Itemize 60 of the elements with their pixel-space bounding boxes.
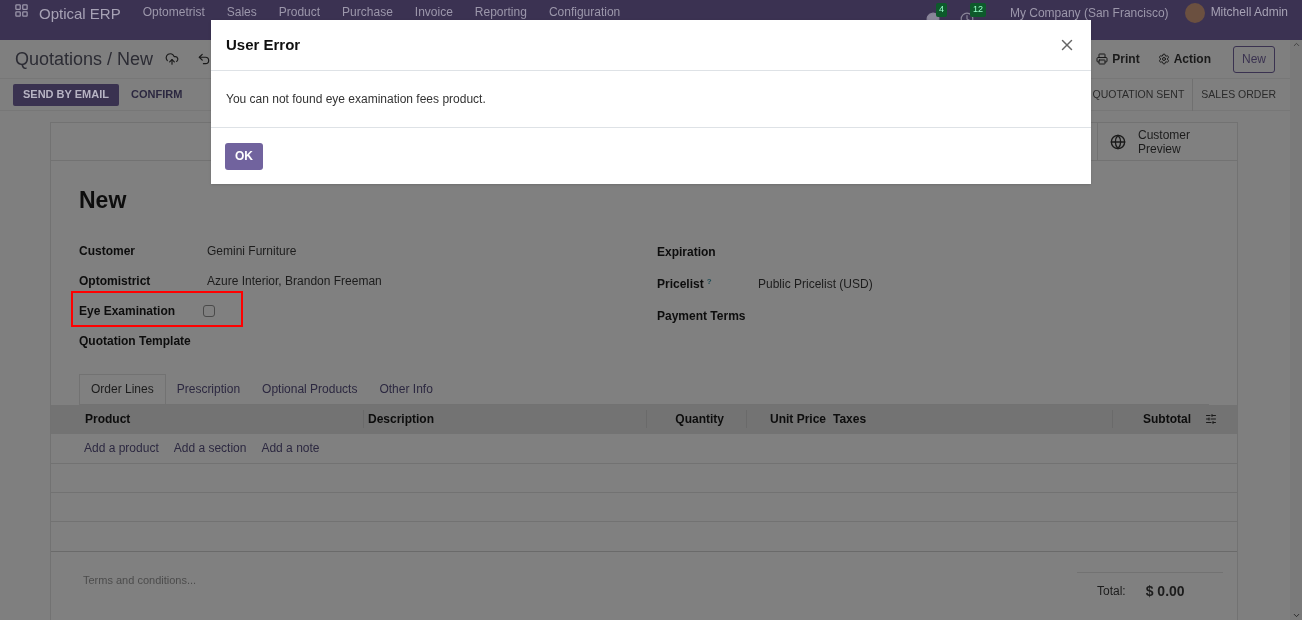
- tab[interactable]: Order Lines: [79, 373, 166, 404]
- user-menu[interactable]: Mitchell Admin: [1210, 3, 1288, 21]
- help-tooltip[interactable]: ?: [706, 276, 712, 286]
- settings-icon: [1157, 53, 1170, 65]
- total-label: Total:: [1097, 583, 1126, 600]
- dialog-message: You can not found eye examination fees product.: [226, 91, 486, 108]
- activities-count: 12: [969, 3, 986, 17]
- confirm-button[interactable]: CONFIRM: [121, 83, 193, 106]
- save-icon[interactable]: [165, 52, 180, 66]
- field-label: Optomistrict: [79, 272, 152, 290]
- ok-button[interactable]: OK: [225, 142, 263, 170]
- menu-item[interactable]: Product: [278, 3, 321, 21]
- menu-item[interactable]: Configuration: [548, 3, 621, 21]
- field-label: Payment Terms: [657, 307, 747, 325]
- apps-menu-icon[interactable]: [14, 3, 29, 18]
- column-header[interactable]: Unit Price: [746, 410, 830, 428]
- new-button[interactable]: New: [1233, 45, 1275, 73]
- menu-item[interactable]: Invoice: [414, 3, 453, 21]
- tab[interactable]: Other Info: [368, 373, 444, 404]
- column-header[interactable]: Taxes: [830, 410, 1112, 428]
- discard-icon[interactable]: [197, 52, 212, 66]
- menu-item[interactable]: Reporting: [474, 3, 527, 21]
- field-label: Eye Examination: [79, 302, 177, 320]
- dialog-title: User Error: [226, 34, 301, 55]
- field-label: Customer: [79, 242, 136, 260]
- messages-count: 4: [935, 3, 947, 17]
- column-header[interactable]: Description: [363, 410, 646, 428]
- field-value[interactable]: Azure Interior, Brandon Freeman: [207, 271, 382, 290]
- print-button[interactable]: Print: [1112, 50, 1140, 68]
- print-icon: [1096, 53, 1109, 65]
- tab[interactable]: Optional Products: [251, 373, 369, 404]
- company-switcher[interactable]: My Company (San Francisco): [1009, 4, 1169, 22]
- send-email-button[interactable]: SEND BY EMAIL: [13, 83, 119, 106]
- add-line-link[interactable]: Add a product: [84, 439, 159, 457]
- tab[interactable]: Prescription: [165, 373, 252, 404]
- record-title: New: [79, 186, 128, 215]
- column-settings-icon[interactable]: [1205, 413, 1217, 425]
- action-button[interactable]: Action: [1173, 50, 1211, 68]
- column-header[interactable]: Product: [51, 410, 363, 428]
- scroll-down-icon[interactable]: [1291, 611, 1301, 620]
- breadcrumb[interactable]: Quotations / New: [15, 45, 154, 73]
- field-value[interactable]: Gemini Furniture: [207, 241, 297, 260]
- field-label: Quotation Template: [79, 332, 192, 350]
- menu-item[interactable]: Sales: [226, 3, 257, 21]
- app-name[interactable]: Optical ERP: [39, 3, 121, 26]
- add-line-link[interactable]: Add a note: [261, 439, 320, 457]
- status-step[interactable]: SALES ORDER: [1193, 78, 1284, 111]
- menu-item[interactable]: Purchase: [342, 3, 393, 21]
- field-label: Pricelist $^{?}$: [657, 275, 713, 293]
- scrollbar[interactable]: [1290, 40, 1302, 620]
- field-value[interactable]: Public Pricelist (USD): [758, 274, 873, 293]
- customer-preview-button[interactable]: Customer Preview: [1097, 123, 1237, 160]
- column-header[interactable]: Subtotal: [1112, 410, 1201, 428]
- menu-item[interactable]: Optometrist: [142, 3, 205, 21]
- checkbox[interactable]: [203, 304, 215, 317]
- field-label: Expiration: [657, 243, 717, 261]
- add-line-link[interactable]: Add a section: [173, 439, 247, 457]
- globe-icon: [1110, 133, 1126, 150]
- total-amount: $ 0.00: [1145, 581, 1185, 601]
- column-header[interactable]: Quantity: [646, 410, 746, 428]
